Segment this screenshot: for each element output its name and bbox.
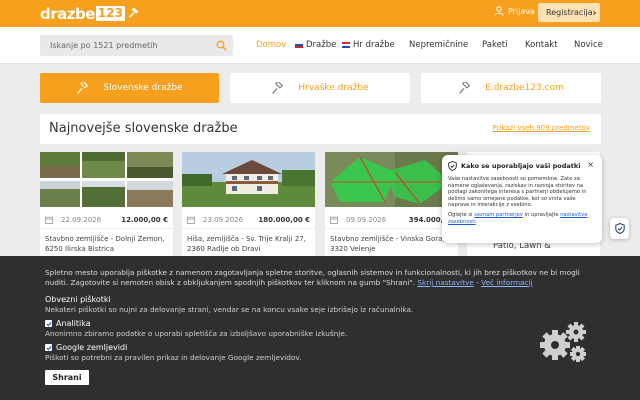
privacy-header: Kako se uporabljajo vaši podatki xyxy=(448,161,596,171)
property-map-photo xyxy=(325,152,458,207)
cookie-banner: Spletno mesto uporablja piškotke z namen… xyxy=(0,256,640,400)
save-button[interactable]: Shrani xyxy=(45,370,89,385)
nav-packages[interactable]: Paketi xyxy=(482,40,525,50)
show-all-link[interactable]: Prikaži vseh 909 predmetov xyxy=(492,124,590,132)
nav-si-label: Dražbe xyxy=(306,40,337,50)
privacy-settings-button[interactable] xyxy=(610,218,629,239)
slovenia-flag-icon xyxy=(295,42,303,48)
nav-news-label: Novice xyxy=(574,40,603,50)
top-bar: drazbe 123 Prijava Registracija xyxy=(0,0,640,27)
search-box xyxy=(40,35,233,56)
gavel-icon xyxy=(77,81,89,94)
nav-si-auctions[interactable]: Dražbe xyxy=(295,40,342,50)
privacy-popup: Kako se uporabljajo vaši podatki × Vaše … xyxy=(442,155,602,243)
maps-checkbox[interactable]: Google zemljevidi xyxy=(45,343,127,352)
chevron-right-icon xyxy=(592,10,596,15)
nav-real-estate-label: Nepremičnine xyxy=(409,40,469,50)
partners-list-link[interactable]: seznam partnerjev xyxy=(474,212,523,218)
nav-packages-label: Paketi xyxy=(482,40,508,50)
required-cookies-title: Obvezni piškotki xyxy=(45,295,111,304)
privacy-body-links: Oglejte si seznam partnerjev in upravlja… xyxy=(448,212,596,225)
auction-price: 180.000,00 € xyxy=(258,215,310,224)
shield-check-icon xyxy=(614,223,625,234)
close-icon[interactable]: × xyxy=(587,160,594,169)
search-icon[interactable] xyxy=(216,40,227,51)
calendar-icon xyxy=(330,216,338,224)
login-link[interactable]: Prijava xyxy=(494,6,535,16)
auction-price: 12.000,00 € xyxy=(121,215,168,224)
croatia-flag-icon xyxy=(342,42,350,48)
tab-croatian-label: Hrvaške dražbe xyxy=(298,83,369,93)
auction-date: 22.09.2026 xyxy=(61,215,102,224)
analytics-label: Analitika xyxy=(56,319,91,328)
search-input[interactable] xyxy=(40,35,215,56)
gavel-icon xyxy=(459,81,471,94)
maps-label: Google zemljevidi xyxy=(56,343,128,352)
checkbox[interactable] xyxy=(45,320,52,327)
auction-title[interactable]: Stavbno zemljišče - Dolnji Zemon, 6250 I… xyxy=(45,235,170,254)
card-meta: 22.09.2026 12.000,00 € xyxy=(40,211,173,229)
user-icon xyxy=(494,6,504,16)
gavel-icon xyxy=(272,81,284,94)
property-photos xyxy=(40,152,173,207)
tab-e-auctions[interactable]: E.drazbe123.com xyxy=(421,73,601,103)
auction-card[interactable]: 23.09.2026 180.000,00 € Hiša, zemljišča … xyxy=(182,152,315,262)
auction-date: 23.09.2026 xyxy=(203,215,244,224)
logo-text: drazbe xyxy=(40,4,95,23)
nav-contact-label: Kontakt xyxy=(525,40,558,50)
property-photo xyxy=(182,152,315,207)
privacy-body: Vaše nastavitve zasebnosti so pomembne. … xyxy=(448,176,587,209)
analytics-checkbox[interactable]: Analitika xyxy=(45,319,91,328)
card-meta: 09.09.2026 394.000,00 xyxy=(325,211,458,229)
nav-contact[interactable]: Kontakt xyxy=(525,40,574,50)
required-cookies-desc: Nekateri piškotki so nujni za delovanje … xyxy=(45,305,414,314)
privacy-text-mid: in upravljajte xyxy=(522,211,561,218)
auction-title[interactable]: Hiša, zemljišča - Sv. Trije Kralji 27, 2… xyxy=(187,235,312,254)
nav-hr-label: Hr dražbe xyxy=(353,40,395,50)
section-title: Najnovejše slovenske dražbe xyxy=(49,121,238,136)
nav-bar: Domov Dražbe Hr dražbe Nepremičnine Pake… xyxy=(0,27,640,64)
shield-icon xyxy=(448,161,457,171)
gears-icon xyxy=(540,322,586,362)
register-label: Registracija xyxy=(546,8,593,17)
cookie-text: Spletno mesto uporablja piškotke z namen… xyxy=(45,268,590,288)
tab-slovenian-label: Slovenske dražbe xyxy=(103,83,183,93)
auction-title[interactable]: Stavbno zemljišče - Vinska Gora, 3320 Ve… xyxy=(330,235,455,254)
privacy-text-suffix: . xyxy=(475,218,478,225)
login-label: Prijava xyxy=(508,6,535,16)
calendar-icon xyxy=(187,216,195,224)
main-nav: Domov Dražbe Hr dražbe Nepremičnine Pake… xyxy=(256,40,603,50)
maps-desc: Piškoti so potrebni za pravilen prikaz i… xyxy=(45,353,302,362)
nav-news[interactable]: Novice xyxy=(574,40,603,50)
tab-slovenian-auctions[interactable]: Slovenske dražbe xyxy=(40,73,219,103)
hide-settings-link[interactable]: Skrij nastavitve xyxy=(417,278,473,287)
privacy-text-prefix: Oglejte si xyxy=(448,211,475,218)
check-icon xyxy=(45,321,52,326)
check-icon xyxy=(45,345,52,350)
logo[interactable]: drazbe 123 xyxy=(40,4,140,23)
latest-auctions-header: Najnovejše slovenske dražbe Prikaži vseh… xyxy=(40,114,601,144)
checkbox[interactable] xyxy=(45,344,52,351)
nav-home[interactable]: Domov xyxy=(256,40,295,50)
register-button[interactable]: Registracija xyxy=(538,3,600,22)
more-info-link[interactable]: Več informacij xyxy=(481,278,532,287)
tab-croatian-auctions[interactable]: Hrvaške dražbe xyxy=(230,73,410,103)
calendar-icon xyxy=(45,216,53,224)
tab-e-auctions-label: E.drazbe123.com xyxy=(485,83,564,93)
auction-date: 09.09.2026 xyxy=(346,215,387,224)
logo-box: 123 xyxy=(95,6,125,21)
privacy-title: Kako se uporabljajo vaši podatki xyxy=(461,162,581,170)
analytics-desc: Anonimno zbiramo podatke o uporabi splet… xyxy=(45,329,348,338)
auction-card[interactable]: 09.09.2026 394.000,00 Stavbno zemljišče … xyxy=(325,152,458,262)
gavel-icon xyxy=(129,7,139,18)
auction-card[interactable]: 22.09.2026 12.000,00 € Stavbno zemljišče… xyxy=(40,152,173,262)
nav-home-label: Domov xyxy=(256,40,287,50)
nav-hr-auctions[interactable]: Hr dražbe xyxy=(342,40,409,50)
card-meta: 23.09.2026 180.000,00 € xyxy=(182,211,315,229)
nav-real-estate[interactable]: Nepremičnine xyxy=(409,40,482,50)
